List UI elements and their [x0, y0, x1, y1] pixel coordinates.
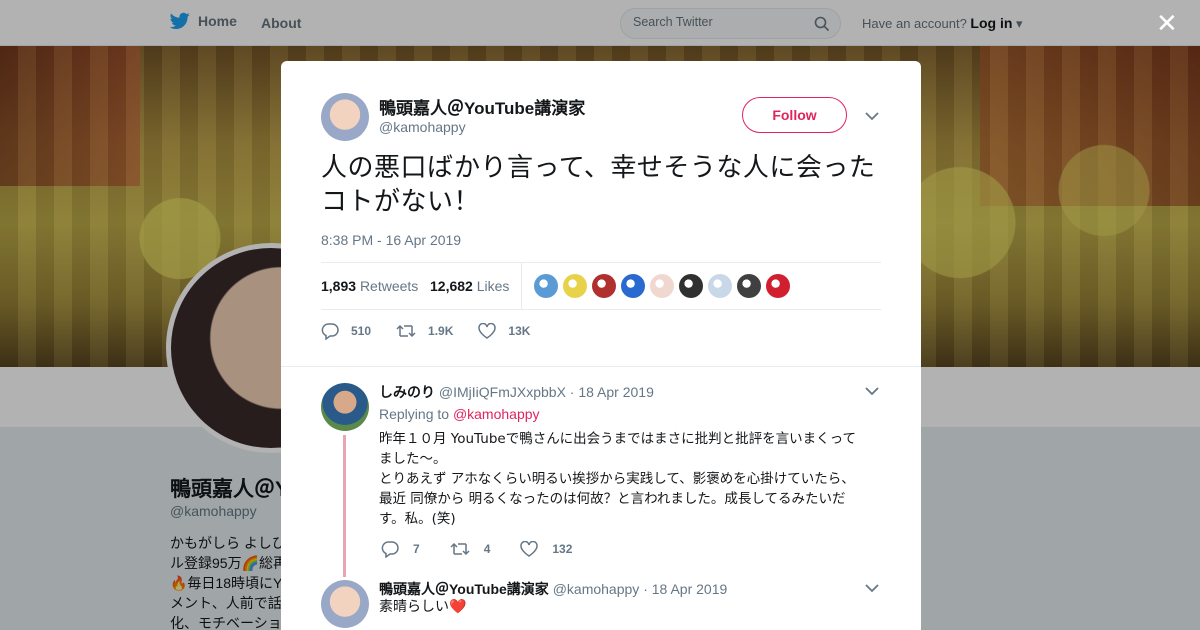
- reply-text: 昨年１０月 YouTubeで鴨さんに出会うまではまさに批判と批評を言いまくって …: [379, 429, 879, 529]
- reply-author-name[interactable]: 鴨頭嘉人＠YouTube講演家: [379, 581, 549, 597]
- liker-avatar[interactable]: [650, 274, 674, 298]
- chevron-down-icon[interactable]: [865, 111, 879, 121]
- reply-action[interactable]: 7: [381, 540, 420, 558]
- liker-avatar[interactable]: [621, 274, 645, 298]
- thread-line: [343, 435, 346, 577]
- author-handle[interactable]: @kamohappy: [379, 119, 466, 135]
- reply-author-handle[interactable]: @kamohappy: [553, 581, 640, 597]
- tweet-stats: 1,893 Retweets 12,682 Likes: [321, 262, 881, 310]
- heart-icon: [478, 323, 497, 339]
- tweet-timestamp[interactable]: 8:38 PM - 16 Apr 2019: [321, 232, 461, 248]
- reply-line: 昨年１０月 YouTubeで鴨さんに出会うまではまさに批判と批評を言いまくって: [379, 431, 857, 447]
- retweet-count: 4: [483, 542, 491, 556]
- reply-line: 最近 同僚から 明るくなったのは何故？と言われました。成長してるみたいだ: [379, 491, 846, 507]
- like-action[interactable]: 132: [520, 541, 572, 557]
- replying-to-label: Replying to: [379, 406, 450, 422]
- liker-avatar[interactable]: [563, 274, 587, 298]
- tweet-text: 人の悪口ばかり言って、幸せそうな人に会ったコトがない！: [321, 153, 876, 217]
- reply-icon: [321, 323, 339, 340]
- liker-avatar[interactable]: [679, 274, 703, 298]
- reply-header: しみのり @IMjIiQFmJXxpbbX · 18 Apr 2019: [379, 384, 654, 400]
- reply-date[interactable]: 18 Apr 2019: [578, 384, 654, 400]
- retweets-label: Retweets: [359, 278, 419, 294]
- reply-author-name[interactable]: しみのり: [379, 384, 435, 400]
- reply-line: とりあえず アホなくらい明るい挨拶から実践して、影褒めを心掛けていたら、: [379, 471, 855, 487]
- reply-icon: [381, 541, 399, 558]
- like-count: 13K: [508, 324, 531, 338]
- retweets-stat[interactable]: 1,893 Retweets: [321, 278, 418, 294]
- tweet-actions: 510 1.9K 13K: [321, 322, 555, 340]
- chevron-down-icon[interactable]: [865, 386, 879, 396]
- close-icon[interactable]: ✕: [1156, 11, 1178, 37]
- reply-avatar[interactable]: [321, 383, 369, 431]
- retweet-action[interactable]: 1.9K: [396, 323, 453, 339]
- reply-avatar[interactable]: [321, 580, 369, 628]
- reply-actions: 7 4 132: [381, 540, 602, 558]
- reply-count: 7: [413, 542, 420, 556]
- retweet-icon: [396, 324, 416, 338]
- heart-icon: [520, 541, 539, 557]
- reply-line: ました〜。: [379, 451, 447, 467]
- likes-label: Likes: [476, 278, 510, 294]
- reply-text: 素晴らしい❤️: [379, 599, 467, 615]
- chevron-down-icon[interactable]: [865, 583, 879, 593]
- divider: [281, 366, 921, 367]
- follow-button[interactable]: Follow: [742, 97, 847, 133]
- replying-to-handle[interactable]: @kamohappy: [453, 406, 540, 422]
- author-avatar[interactable]: [321, 93, 369, 141]
- reply-action[interactable]: 510: [321, 322, 371, 340]
- liker-avatar[interactable]: [534, 274, 558, 298]
- liker-avatar[interactable]: [737, 274, 761, 298]
- reply-date[interactable]: 18 Apr 2019: [652, 581, 728, 597]
- retweet-icon: [450, 542, 470, 556]
- likes-count: 12,682: [430, 278, 473, 294]
- reply-count: 510: [351, 324, 372, 338]
- replying-to: Replying to @kamohappy: [379, 406, 540, 422]
- reply-line: す。私。(笑): [379, 511, 456, 527]
- author-name[interactable]: 鴨頭嘉人＠YouTube講演家: [379, 94, 585, 119]
- liker-avatar[interactable]: [708, 274, 732, 298]
- liker-avatar[interactable]: [592, 274, 616, 298]
- like-count: 132: [552, 542, 573, 556]
- liker-avatars: [534, 274, 790, 298]
- tweet-modal: 鴨頭嘉人＠YouTube講演家 @kamohappy Follow 人の悪口ばか…: [281, 61, 921, 630]
- liker-avatar[interactable]: [766, 274, 790, 298]
- retweet-count: 1.9K: [428, 324, 454, 338]
- likes-stat[interactable]: 12,682 Likes: [430, 278, 509, 294]
- reply-author-handle[interactable]: @IMjIiQFmJXxpbbX: [439, 384, 566, 400]
- retweets-count: 1,893: [321, 278, 357, 294]
- like-action[interactable]: 13K: [478, 323, 530, 339]
- retweet-action[interactable]: 4: [450, 541, 491, 557]
